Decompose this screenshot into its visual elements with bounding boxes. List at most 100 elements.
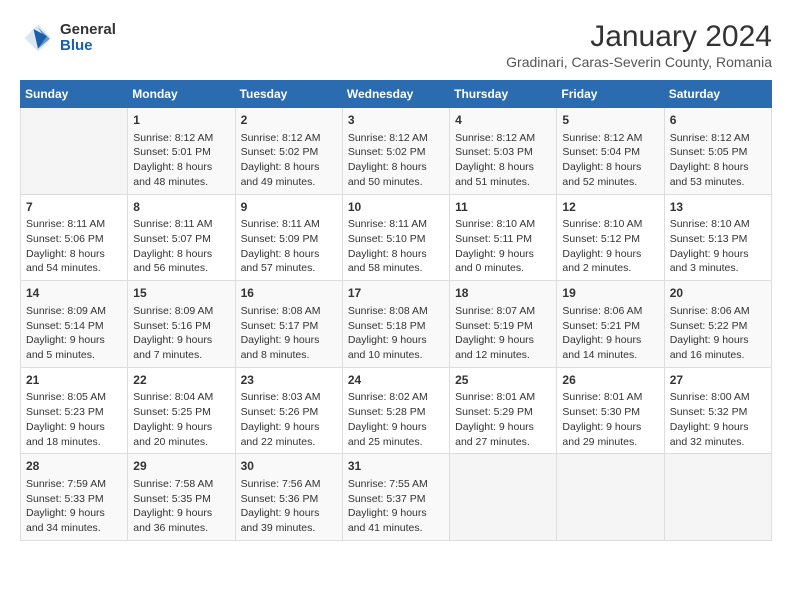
day-info: Sunrise: 7:59 AM [26, 477, 122, 492]
day-info: Sunrise: 8:12 AM [348, 131, 444, 146]
header-wednesday: Wednesday [342, 81, 449, 108]
day-number: 3 [348, 112, 444, 129]
day-info: Daylight: 9 hours [562, 420, 658, 435]
calendar-cell: 8Sunrise: 8:11 AMSunset: 5:07 PMDaylight… [128, 194, 235, 281]
calendar-cell: 21Sunrise: 8:05 AMSunset: 5:23 PMDayligh… [21, 367, 128, 454]
day-info: Sunset: 5:21 PM [562, 319, 658, 334]
day-info: Sunrise: 8:12 AM [562, 131, 658, 146]
day-info: Sunrise: 8:06 AM [670, 304, 766, 319]
calendar-cell: 24Sunrise: 8:02 AMSunset: 5:28 PMDayligh… [342, 367, 449, 454]
day-info: Daylight: 9 hours [562, 247, 658, 262]
day-info: and 25 minutes. [348, 435, 444, 450]
day-number: 15 [133, 285, 229, 302]
day-info: Sunset: 5:02 PM [348, 145, 444, 160]
day-info: Sunrise: 8:10 AM [455, 217, 551, 232]
calendar-cell [21, 108, 128, 195]
day-info: Daylight: 9 hours [241, 333, 337, 348]
header-saturday: Saturday [664, 81, 771, 108]
calendar-week-row: 7Sunrise: 8:11 AMSunset: 5:06 PMDaylight… [21, 194, 772, 281]
day-info: Sunset: 5:05 PM [670, 145, 766, 160]
day-info: and 10 minutes. [348, 348, 444, 363]
header-friday: Friday [557, 81, 664, 108]
logo: General Blue [20, 20, 116, 56]
day-info: Sunset: 5:04 PM [562, 145, 658, 160]
day-info: Sunset: 5:33 PM [26, 492, 122, 507]
day-number: 12 [562, 199, 658, 216]
day-info: Sunrise: 8:01 AM [562, 390, 658, 405]
calendar-cell: 4Sunrise: 8:12 AMSunset: 5:03 PMDaylight… [450, 108, 557, 195]
day-info: Sunrise: 8:12 AM [133, 131, 229, 146]
day-info: Sunset: 5:22 PM [670, 319, 766, 334]
day-number: 13 [670, 199, 766, 216]
day-info: Sunrise: 8:07 AM [455, 304, 551, 319]
day-info: Daylight: 8 hours [562, 160, 658, 175]
day-info: Daylight: 9 hours [26, 333, 122, 348]
calendar-cell: 18Sunrise: 8:07 AMSunset: 5:19 PMDayligh… [450, 281, 557, 368]
logo-text: General Blue [60, 22, 116, 55]
page-header: General Blue January 2024 Gradinari, Car… [20, 20, 772, 70]
day-info: Sunset: 5:16 PM [133, 319, 229, 334]
day-number: 29 [133, 458, 229, 475]
calendar-cell: 2Sunrise: 8:12 AMSunset: 5:02 PMDaylight… [235, 108, 342, 195]
day-info: Sunrise: 8:12 AM [670, 131, 766, 146]
day-number: 2 [241, 112, 337, 129]
day-info: Daylight: 8 hours [670, 160, 766, 175]
day-info: Daylight: 9 hours [133, 506, 229, 521]
header-thursday: Thursday [450, 81, 557, 108]
day-info: Sunset: 5:28 PM [348, 405, 444, 420]
calendar-cell: 7Sunrise: 8:11 AMSunset: 5:06 PMDaylight… [21, 194, 128, 281]
day-info: and 14 minutes. [562, 348, 658, 363]
logo-icon [20, 20, 56, 56]
calendar-cell: 6Sunrise: 8:12 AMSunset: 5:05 PMDaylight… [664, 108, 771, 195]
day-info: Sunrise: 8:12 AM [455, 131, 551, 146]
day-number: 25 [455, 372, 551, 389]
day-number: 4 [455, 112, 551, 129]
day-info: and 48 minutes. [133, 175, 229, 190]
day-info: Sunrise: 8:02 AM [348, 390, 444, 405]
day-number: 10 [348, 199, 444, 216]
calendar-cell: 28Sunrise: 7:59 AMSunset: 5:33 PMDayligh… [21, 454, 128, 541]
day-number: 7 [26, 199, 122, 216]
day-info: Sunset: 5:13 PM [670, 232, 766, 247]
day-info: Sunset: 5:11 PM [455, 232, 551, 247]
day-number: 31 [348, 458, 444, 475]
day-info: and 54 minutes. [26, 261, 122, 276]
day-info: and 58 minutes. [348, 261, 444, 276]
day-info: Sunset: 5:14 PM [26, 319, 122, 334]
day-number: 17 [348, 285, 444, 302]
day-info: Sunset: 5:19 PM [455, 319, 551, 334]
day-info: and 51 minutes. [455, 175, 551, 190]
day-info: and 57 minutes. [241, 261, 337, 276]
day-info: Daylight: 9 hours [562, 333, 658, 348]
calendar-cell: 13Sunrise: 8:10 AMSunset: 5:13 PMDayligh… [664, 194, 771, 281]
day-info: and 36 minutes. [133, 521, 229, 536]
day-info: Daylight: 9 hours [455, 247, 551, 262]
day-info: Sunrise: 8:04 AM [133, 390, 229, 405]
title-area: January 2024 Gradinari, Caras-Severin Co… [506, 20, 772, 70]
day-info: Sunset: 5:17 PM [241, 319, 337, 334]
day-info: Daylight: 9 hours [241, 506, 337, 521]
day-info: and 52 minutes. [562, 175, 658, 190]
day-number: 26 [562, 372, 658, 389]
day-info: Daylight: 8 hours [241, 160, 337, 175]
logo-blue: Blue [60, 38, 116, 55]
calendar-cell: 3Sunrise: 8:12 AMSunset: 5:02 PMDaylight… [342, 108, 449, 195]
calendar-cell [557, 454, 664, 541]
day-info: Sunset: 5:36 PM [241, 492, 337, 507]
day-info: Sunset: 5:23 PM [26, 405, 122, 420]
calendar-cell: 30Sunrise: 7:56 AMSunset: 5:36 PMDayligh… [235, 454, 342, 541]
calendar-cell: 14Sunrise: 8:09 AMSunset: 5:14 PMDayligh… [21, 281, 128, 368]
calendar-cell: 29Sunrise: 7:58 AMSunset: 5:35 PMDayligh… [128, 454, 235, 541]
day-info: and 12 minutes. [455, 348, 551, 363]
day-info: and 29 minutes. [562, 435, 658, 450]
day-info: Sunset: 5:10 PM [348, 232, 444, 247]
day-info: Sunset: 5:09 PM [241, 232, 337, 247]
day-number: 14 [26, 285, 122, 302]
day-info: and 49 minutes. [241, 175, 337, 190]
day-info: Daylight: 9 hours [455, 420, 551, 435]
day-number: 16 [241, 285, 337, 302]
day-info: Daylight: 9 hours [133, 333, 229, 348]
day-info: Sunrise: 7:55 AM [348, 477, 444, 492]
day-number: 23 [241, 372, 337, 389]
day-number: 1 [133, 112, 229, 129]
